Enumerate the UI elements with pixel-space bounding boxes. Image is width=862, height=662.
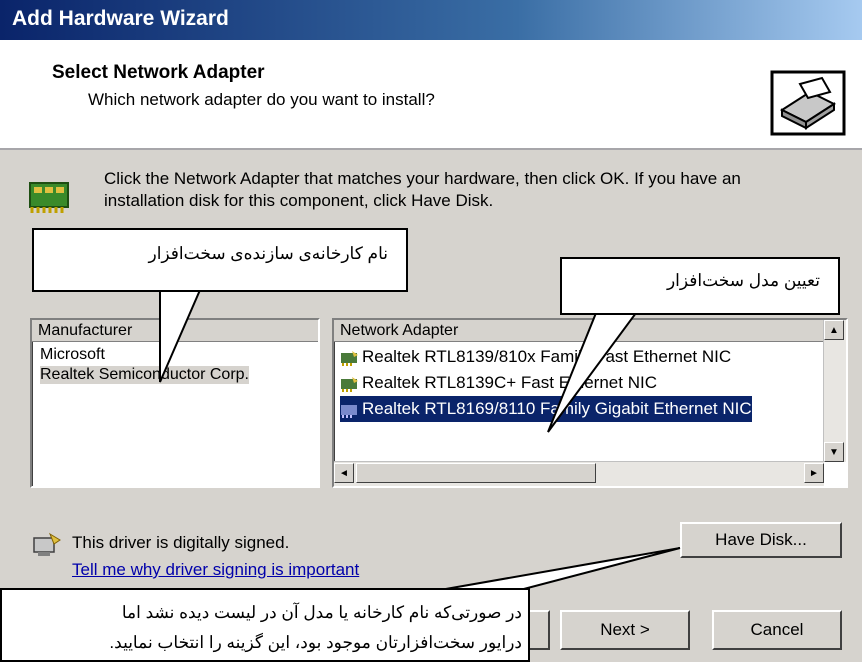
driver-signing-link[interactable]: Tell me why driver signing is important [72,560,359,580]
manufacturer-callout: نام کارخانه‌ی سازنده‌ی سخت‌افزار [32,228,408,292]
manufacturer-item-realtek[interactable]: Realtek Semiconductor Corp. [40,366,249,384]
adapter-item[interactable]: Realtek RTL8139C+ Fast Ethernet NIC [340,370,657,396]
signed-driver-icon [33,532,61,556]
next-button[interactable]: Next > [560,610,690,650]
wizard-header: Select Network Adapter Which network ada… [0,40,862,150]
have-disk-callout-line1: در صورتی‌که نام کارخانه یا مدل آن در لیس… [121,603,522,622]
scroll-left-button[interactable]: ◄ [334,463,354,483]
adapter-item-selected[interactable]: Realtek RTL8169/8110 Family Gigabit Ethe… [340,396,752,422]
scroll-up-button[interactable]: ▲ [824,320,844,340]
page-title: Select Network Adapter [52,62,265,83]
have-disk-button[interactable]: Have Disk... [680,522,842,558]
scroll-down-button[interactable]: ▼ [824,442,844,462]
title-bar[interactable]: Add Hardware Wizard [0,0,862,40]
manufacturer-list[interactable]: Manufacturer Microsoft Realtek Semicondu… [30,318,320,488]
network-adapter-icon [341,376,358,392]
scroll-right-button[interactable]: ► [804,463,824,483]
model-callout: تعیین مدل سخت‌افزار [560,257,840,315]
hardware-wizard-icon [770,70,846,136]
adapter-item-label: Realtek RTL8169/8110 Family Gigabit Ethe… [362,399,752,418]
network-adapter-list[interactable]: Network Adapter Realtek RTL8139/810x Fam… [332,318,848,488]
model-callout-text: تعیین مدل سخت‌افزار [666,271,820,290]
network-adapter-list-header[interactable]: Network Adapter [334,320,824,342]
have-disk-callout: در صورتی‌که نام کارخانه یا مدل آن در لیس… [0,588,530,662]
page-subtitle: Which network adapter do you want to ins… [88,90,435,109]
adapter-item-label: Realtek RTL8139C+ Fast Ethernet NIC [362,373,657,392]
have-disk-callout-line2: درایور سخت‌افزارتان موجود بود، این گزینه… [109,633,522,652]
driver-signed-text: This driver is digitally signed. [72,533,290,552]
manufacturer-list-header[interactable]: Manufacturer [32,320,318,342]
network-adapter-icon [341,404,357,418]
adapter-vertical-scrollbar[interactable]: ▲ ▼ [823,320,846,462]
horizontal-scroll-thumb[interactable] [356,463,596,483]
manufacturer-item-microsoft[interactable]: Microsoft [40,346,105,364]
manufacturer-callout-text: نام کارخانه‌ی سازنده‌ی سخت‌افزار [148,244,388,263]
network-adapter-icon [341,350,358,366]
window-title: Add Hardware Wizard [12,7,229,30]
adapter-item-label: Realtek RTL8139/810x Family Fast Etherne… [362,347,732,366]
add-hardware-wizard-window: Add Hardware Wizard Select Network Adapt… [0,0,862,662]
cancel-button[interactable]: Cancel [712,610,842,650]
instruction-text: Click the Network Adapter that matches y… [104,169,741,210]
adapter-horizontal-scrollbar[interactable]: ◄ ► [334,461,824,486]
adapter-item[interactable]: Realtek RTL8139/810x Family Fast Etherne… [340,344,731,370]
network-card-icon [29,182,69,213]
